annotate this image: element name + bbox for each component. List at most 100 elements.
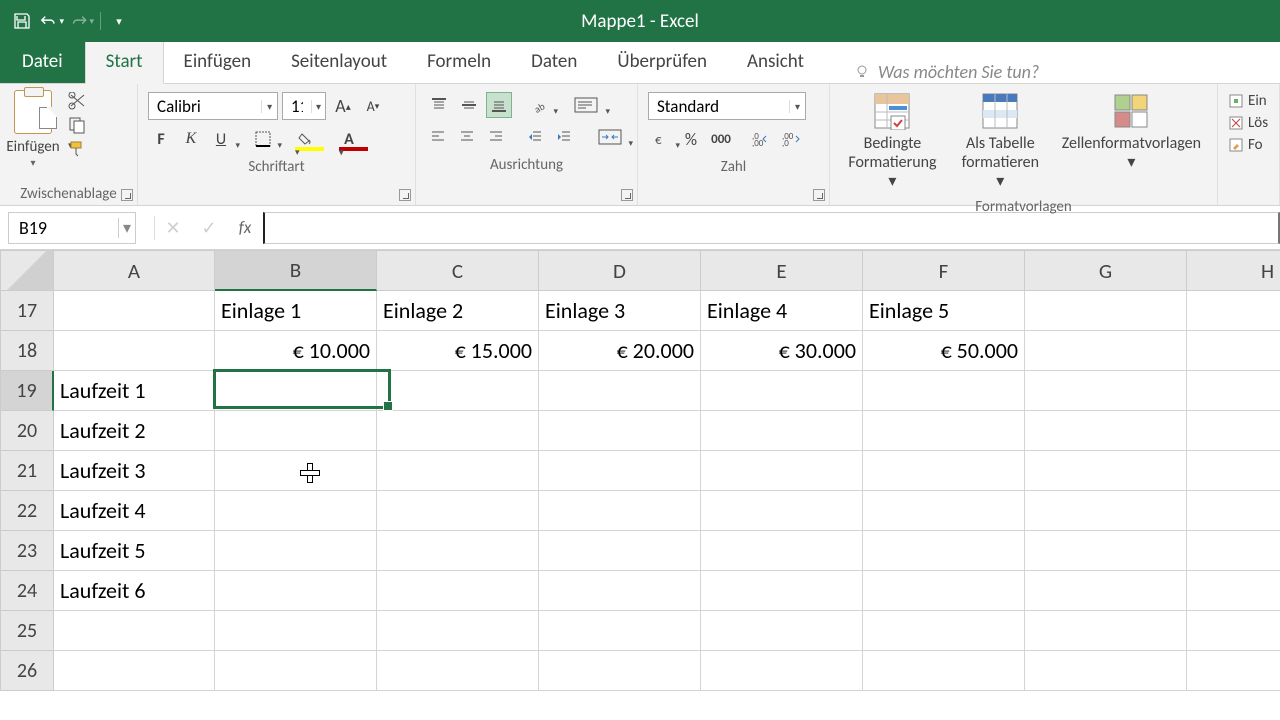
row-header[interactable]: 25 [0,611,54,651]
column-header[interactable]: H [1187,250,1280,291]
cell[interactable] [701,371,863,411]
tell-me-box[interactable]: Was möchten Sie tun? [854,61,1039,83]
cell[interactable] [377,571,539,611]
cell[interactable] [539,371,701,411]
cell[interactable]: Einlage 2 [377,291,539,331]
cell[interactable] [54,291,215,331]
row-header[interactable]: 23 [0,531,54,571]
row-header[interactable]: 26 [0,651,54,691]
align-top-icon[interactable] [426,92,452,118]
align-left-icon[interactable] [426,124,451,150]
tab-view[interactable]: Ansicht [727,40,824,83]
row-header[interactable]: 24 [0,571,54,611]
decrease-font-icon[interactable]: A▾ [360,93,386,119]
font-size-combo[interactable]: ▾ [282,92,326,120]
copy-icon[interactable]: ▾ [68,116,90,134]
align-middle-icon[interactable] [456,92,482,118]
tab-data[interactable]: Daten [511,40,597,83]
conditional-formatting-button[interactable]: Bedingte Formatierung ▾ [846,92,939,192]
qat-customize-icon[interactable]: ▾ [107,9,131,33]
tab-insert[interactable]: Einfügen [164,40,272,83]
cell[interactable]: Einlage 5 [863,291,1025,331]
currency-icon[interactable]: € [648,126,674,152]
cut-icon[interactable] [68,92,90,110]
increase-font-icon[interactable]: A▴ [330,93,356,119]
cell[interactable]: € 15.000 [377,331,539,371]
chevron-down-icon[interactable]: ▾ [789,100,805,113]
cell-styles-button[interactable]: Zellenformatvorlagen▾ [1062,92,1201,192]
cell[interactable] [539,571,701,611]
cell[interactable] [1025,331,1187,371]
cell[interactable] [215,611,377,651]
row-header[interactable]: 18 [0,331,54,371]
paste-button[interactable]: Einfügen ▾ [6,88,60,169]
select-all-corner[interactable] [0,250,54,291]
cell[interactable]: Laufzeit 1 [54,371,215,411]
dialog-launcher-icon[interactable] [813,189,825,201]
insert-cells-button[interactable]: Ein [1228,92,1269,110]
cell[interactable] [54,611,215,651]
formula-input[interactable] [263,212,1280,244]
column-header[interactable]: G [1025,250,1187,291]
cell[interactable] [377,651,539,691]
cell[interactable] [539,531,701,571]
cell[interactable] [377,531,539,571]
dialog-launcher-icon[interactable] [399,189,411,201]
chevron-down-icon[interactable]: ▾ [261,100,277,113]
cell[interactable] [1187,331,1280,371]
cell[interactable] [1025,411,1187,451]
font-size-input[interactable] [283,96,311,117]
cell[interactable] [1025,531,1187,571]
cell[interactable] [701,491,863,531]
cell[interactable] [377,451,539,491]
cell[interactable] [1187,531,1280,571]
cell[interactable] [1187,491,1280,531]
thousands-icon[interactable]: 000 [708,126,734,152]
cell[interactable]: Einlage 4 [701,291,863,331]
cell[interactable] [863,531,1025,571]
cell[interactable]: € 30.000 [701,331,863,371]
underline-button[interactable]: U [208,126,234,152]
chevron-down-icon[interactable]: ▾ [118,218,135,238]
cell[interactable] [539,451,701,491]
cell[interactable]: Laufzeit 5 [54,531,215,571]
borders-icon[interactable] [250,126,276,152]
cell[interactable] [1187,571,1280,611]
tab-formulas[interactable]: Formeln [407,40,511,83]
tab-file[interactable]: Datei [0,40,85,83]
cell[interactable] [215,451,377,491]
column-header[interactable]: F [863,250,1025,291]
format-as-table-button[interactable]: Als Tabelle formatieren ▾ [959,92,1042,192]
row-header[interactable]: 20 [0,411,54,451]
cell[interactable] [1187,611,1280,651]
format-cells-button[interactable]: Fo [1228,136,1269,154]
cell[interactable] [863,611,1025,651]
dialog-launcher-icon[interactable] [621,189,633,201]
cell[interactable] [54,651,215,691]
tab-layout[interactable]: Seitenlayout [271,40,407,83]
cell[interactable] [1025,651,1187,691]
cell[interactable] [701,571,863,611]
column-header[interactable]: B [215,250,377,291]
font-name-input[interactable] [149,96,261,117]
cell[interactable] [701,651,863,691]
name-box[interactable]: ▾ [8,212,136,244]
cell[interactable] [215,531,377,571]
cell[interactable]: Laufzeit 6 [54,571,215,611]
cell[interactable] [863,451,1025,491]
font-color-icon[interactable]: A [336,126,362,152]
cell[interactable]: Einlage 3 [539,291,701,331]
cell[interactable] [215,571,377,611]
number-format-input[interactable] [649,96,789,117]
cell[interactable] [1025,451,1187,491]
tab-review[interactable]: Überprüfen [597,40,727,83]
orientation-icon[interactable]: ab [526,92,552,118]
percent-icon[interactable]: % [678,126,704,152]
number-format-combo[interactable]: ▾ [648,92,806,120]
cell[interactable] [539,411,701,451]
increase-indent-icon[interactable] [552,124,577,150]
cell[interactable] [1025,491,1187,531]
cell[interactable] [1187,291,1280,331]
align-center-icon[interactable] [455,124,480,150]
cell[interactable]: € 10.000 [215,331,377,371]
